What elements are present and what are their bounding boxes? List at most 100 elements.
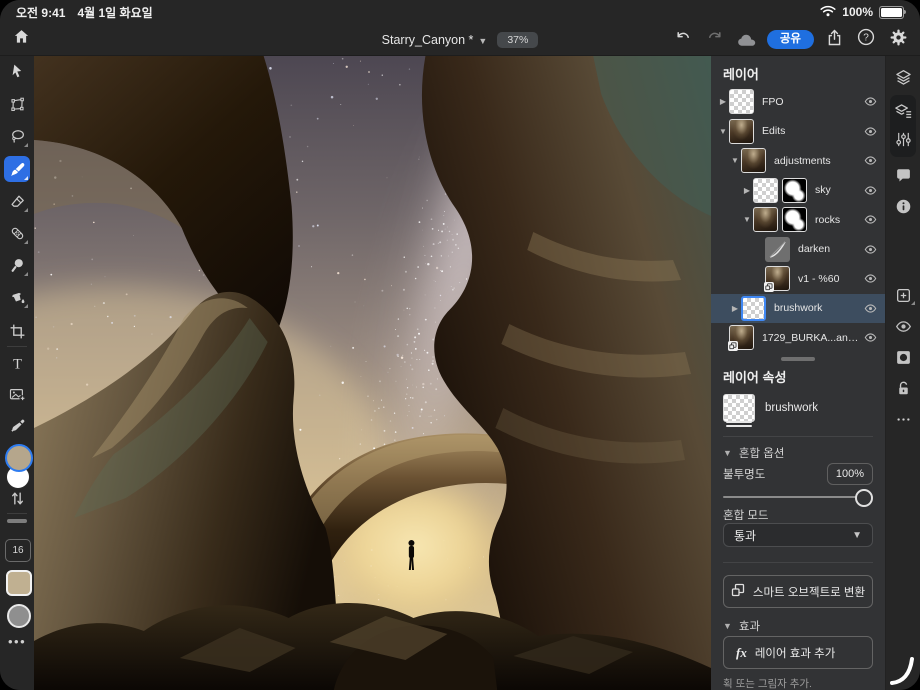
layer-name: Edits: [762, 125, 860, 137]
disclosure-expanded-icon[interactable]: ▼: [741, 215, 753, 224]
layer-visibility-toggle[interactable]: [864, 95, 877, 108]
blend-options-section-header[interactable]: ▼ 혼합 옵션: [723, 443, 873, 464]
transform-tool-icon: [9, 96, 26, 113]
brush-color-swatch[interactable]: [6, 570, 32, 596]
place-photo-tool-button[interactable]: [4, 381, 30, 407]
layers-button[interactable]: [890, 64, 916, 90]
tool-options-handle[interactable]: [7, 519, 27, 523]
layer-row-darken[interactable]: darken: [711, 235, 885, 265]
swap-colors-button[interactable]: [4, 488, 30, 514]
battery-icon: [879, 6, 904, 19]
comments-button[interactable]: [890, 162, 916, 188]
layer-thumbnail[interactable]: [729, 119, 754, 144]
eraser-tool-button[interactable]: [4, 188, 30, 214]
disclosure-collapsed-icon[interactable]: ▶: [717, 97, 729, 106]
visibility-button[interactable]: [890, 313, 916, 339]
layer-row-brushwork[interactable]: ▶brushwork: [711, 294, 885, 324]
layer-thumbnail[interactable]: [753, 207, 778, 232]
opacity-slider[interactable]: [723, 487, 873, 502]
tool-flyout-indicator: [24, 240, 28, 244]
add-layer-icon: [895, 287, 912, 304]
layer-thumbnail[interactable]: [741, 148, 766, 173]
layer-thumbnail[interactable]: [765, 266, 790, 291]
help-icon: ?: [857, 28, 875, 51]
clone-stamp-tool-button[interactable]: [4, 252, 30, 278]
layer-thumbnail[interactable]: [741, 296, 766, 321]
add-layer-effects-label: 레이어 효과 추가: [755, 645, 835, 661]
panel-splitter-handle[interactable]: [711, 353, 885, 365]
healing-tool-button[interactable]: [4, 220, 30, 246]
add-layer-effects-button[interactable]: fx 레이어 효과 추가: [723, 636, 873, 669]
convert-smart-object-button[interactable]: 스마트 오브젝트로 변환: [723, 575, 873, 608]
cloud-sync-icon[interactable]: [735, 28, 759, 52]
layer-visibility-toggle[interactable]: [864, 184, 877, 197]
adjustments-button[interactable]: [890, 126, 916, 152]
opacity-value-field[interactable]: 100%: [827, 463, 873, 485]
brush-opacity-swatch[interactable]: [7, 604, 31, 628]
layer-thumbnail[interactable]: [753, 178, 778, 203]
foreground-color-well[interactable]: [5, 444, 33, 472]
settings-button[interactable]: [886, 28, 910, 52]
undo-button[interactable]: [671, 28, 695, 52]
brush-tool-button[interactable]: [4, 156, 30, 182]
layer-visibility-toggle[interactable]: [864, 154, 877, 167]
zoom-level-badge[interactable]: 37%: [497, 32, 538, 48]
document-title-button[interactable]: Starry_Canyon * ▼: [382, 33, 488, 47]
layer-row-v1-60[interactable]: v1 - %60: [711, 264, 885, 294]
lock-button[interactable]: [890, 375, 916, 401]
disclosure-expanded-icon[interactable]: ▼: [729, 156, 741, 165]
more-button[interactable]: [890, 406, 916, 432]
corner-swoosh-decoration: [889, 655, 917, 685]
type-tool-button[interactable]: T: [4, 350, 30, 376]
layer-row-edits[interactable]: ▼ Edits: [711, 117, 885, 147]
layer-visibility-toggle[interactable]: [864, 213, 877, 226]
canvas-artwork: [34, 56, 711, 690]
share-button[interactable]: 공유: [767, 30, 814, 50]
disclosure-expanded-icon[interactable]: ▼: [717, 127, 729, 136]
smart-object-badge-icon: [728, 341, 738, 351]
crop-tool-button[interactable]: [4, 318, 30, 344]
eyedropper-tool-button[interactable]: [4, 413, 30, 439]
add-layer-button[interactable]: [890, 282, 916, 308]
document-title: Starry_Canyon *: [382, 33, 474, 47]
document-canvas[interactable]: [34, 56, 711, 690]
help-button[interactable]: ?: [854, 28, 878, 52]
layer-properties-button[interactable]: [890, 98, 916, 124]
more-tool-options-button[interactable]: •••: [8, 634, 26, 649]
effects-section-header[interactable]: ▼ 효과: [723, 615, 873, 636]
blend-mode-label: 혼합 모드: [723, 506, 873, 524]
comment-bubble-icon: [895, 167, 912, 184]
layer-visibility-toggle[interactable]: [864, 272, 877, 285]
fill-tool-button[interactable]: [4, 284, 30, 310]
layer-row-rocks[interactable]: ▼rocks: [711, 205, 885, 235]
disclosure-collapsed-icon[interactable]: ▶: [741, 186, 753, 195]
layer-visibility-toggle[interactable]: [864, 331, 877, 344]
layer-visibility-toggle[interactable]: [864, 125, 877, 138]
layer-visibility-toggle[interactable]: [864, 302, 877, 315]
mask-button[interactable]: [890, 344, 916, 370]
layer-mask-thumbnail[interactable]: [782, 207, 807, 232]
convert-smart-object-label: 스마트 오브젝트로 변환: [753, 584, 865, 600]
lasso-tool-button[interactable]: [4, 123, 30, 149]
layer-thumbnail[interactable]: [765, 237, 790, 262]
brush-size-field[interactable]: 16: [5, 539, 31, 562]
layer-thumbnail[interactable]: [729, 325, 754, 350]
layer-row-1729-burka-anced-nr33[interactable]: 1729_BURKA...anced-NR33: [711, 323, 885, 353]
app-window: 오전 9:41 4월 1일 화요일 100% Starry_Canyon * ▼…: [0, 0, 920, 690]
layer-row-adjustments[interactable]: ▼adjustments: [711, 146, 885, 176]
layer-mask-thumbnail[interactable]: [782, 178, 807, 203]
layer-row-fpo[interactable]: ▶FPO: [711, 87, 885, 117]
layer-visibility-toggle[interactable]: [864, 243, 877, 256]
redo-button[interactable]: [703, 28, 727, 52]
disclosure-collapsed-icon[interactable]: ▶: [729, 304, 741, 313]
tool-flyout-indicator: [24, 143, 28, 147]
transform-tool-button[interactable]: [4, 91, 30, 117]
move-tool-button[interactable]: [4, 58, 30, 84]
home-button[interactable]: [9, 27, 33, 51]
blend-mode-dropdown[interactable]: 통과 ▼: [723, 523, 873, 547]
layer-thumbnail[interactable]: [729, 89, 754, 114]
info-button[interactable]: [890, 193, 916, 219]
opacity-slider-knob[interactable]: [855, 489, 873, 507]
export-share-button[interactable]: [822, 28, 846, 52]
layer-row-sky[interactable]: ▶sky: [711, 176, 885, 206]
